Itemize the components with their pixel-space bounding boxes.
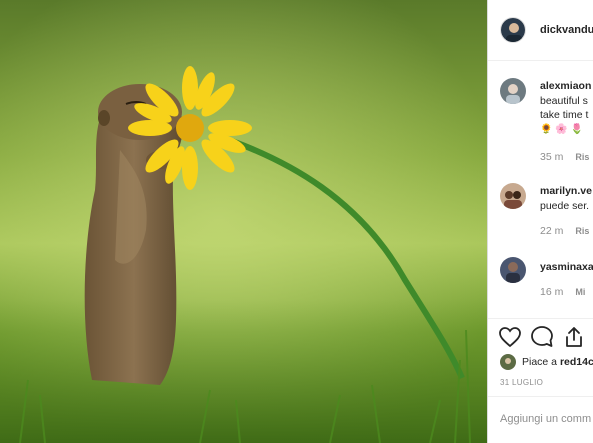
comment-meta: 35 m Ris: [540, 151, 589, 163]
post-image[interactable]: [0, 0, 487, 443]
tulip-emoji: 🌷: [570, 124, 583, 135]
comment-meta: 16 m Mi: [540, 286, 585, 298]
comment-time: 35 m: [540, 151, 564, 163]
liker-avatar: [500, 354, 516, 370]
commenter-username[interactable]: alexmiaon: [540, 80, 591, 92]
comment-time: 16 m: [540, 286, 564, 298]
comment-text-line: beautiful s: [540, 95, 588, 107]
likes-prefix: Piace a: [522, 356, 560, 368]
sunflower-emoji: 🌻: [540, 124, 553, 135]
reply-button[interactable]: Mi: [575, 287, 585, 297]
commenter-username[interactable]: marilyn.ve: [540, 185, 592, 197]
likes-text: Piace a red14c: [522, 356, 593, 368]
reply-button[interactable]: Ris: [575, 152, 589, 162]
commenter-avatar[interactable]: [500, 257, 526, 283]
author-username[interactable]: dickvandu: [540, 24, 593, 36]
yellow-flower: [128, 66, 252, 190]
commenter-username[interactable]: yasminaxa: [540, 261, 593, 273]
commenter-avatar[interactable]: [500, 78, 526, 104]
comment-emoji: 🌻 🌸 🌷: [540, 123, 583, 137]
post-header: dickvandu: [488, 0, 593, 61]
blossom-emoji: 🌸: [555, 124, 568, 135]
author-avatar[interactable]: [500, 17, 526, 43]
comments-panel: dickvandu alexmiaon beautiful s take tim…: [488, 0, 593, 443]
squirrel-photo: [0, 0, 487, 443]
comment-time: 22 m: [540, 225, 564, 237]
comment-meta: 22 m Ris: [540, 225, 589, 237]
heart-icon[interactable]: [498, 325, 522, 349]
comment-text-line: take time t: [540, 109, 589, 121]
reply-button[interactable]: Ris: [575, 226, 589, 236]
liker-username[interactable]: red14c: [560, 356, 593, 368]
add-comment-input[interactable]: [500, 413, 593, 425]
commenter-avatar[interactable]: [500, 183, 526, 209]
add-comment-bar: [488, 396, 593, 443]
comment-text-line: puede ser.: [540, 200, 590, 212]
post-actions: [488, 318, 593, 355]
likes-summary[interactable]: Piace a red14c: [500, 354, 593, 370]
share-icon[interactable]: [562, 325, 586, 349]
comment-icon[interactable]: [530, 325, 554, 349]
post-date: 31 LUGLIO: [500, 378, 544, 387]
